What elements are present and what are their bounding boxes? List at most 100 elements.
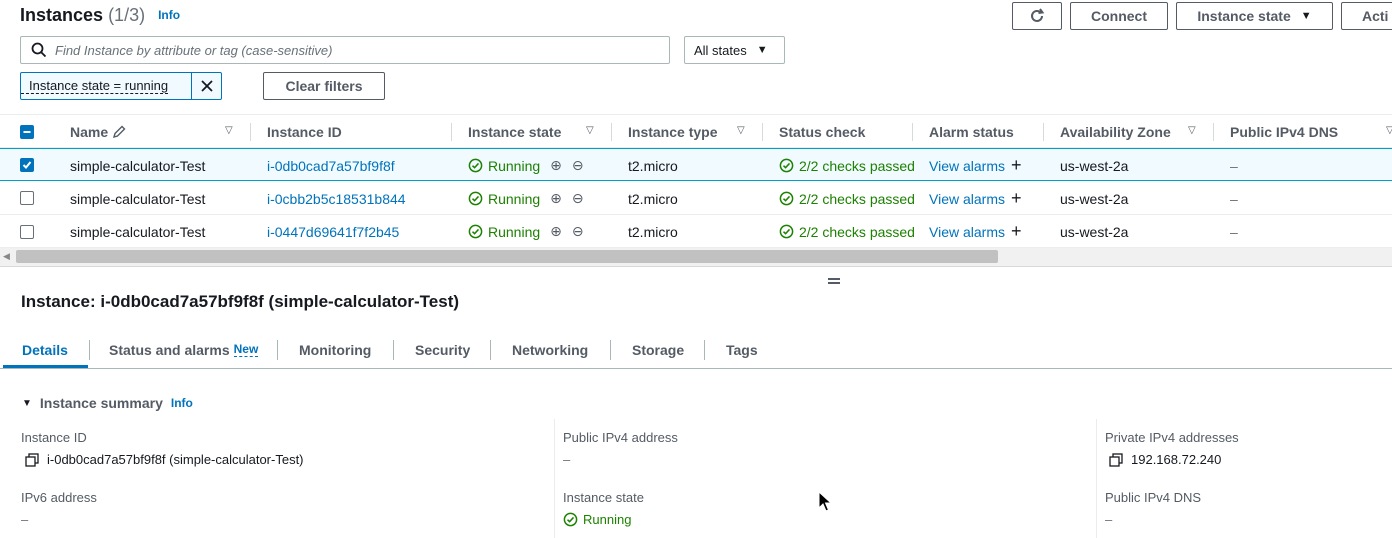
- view-alarms-link[interactable]: View alarms: [929, 158, 1005, 174]
- resize-handle-icon[interactable]: [828, 278, 840, 284]
- search-input[interactable]: Find Instance by attribute or tag (case-…: [20, 36, 670, 64]
- table-row[interactable]: simple-calculator-Test i-0db0cad7a57bf9f…: [0, 148, 1392, 181]
- table-row[interactable]: simple-calculator-Test i-0cbb2b5c18531b8…: [0, 182, 1392, 215]
- private-ipv4-text: 192.168.72.240: [1131, 452, 1222, 467]
- cell-type: t2.micro: [628, 223, 678, 240]
- column-header-name[interactable]: Name: [70, 115, 126, 149]
- add-alarm-icon[interactable]: +: [1011, 188, 1022, 209]
- tab-divider: [704, 340, 705, 360]
- instance-id-link[interactable]: i-0cbb2b5c18531b844: [267, 182, 406, 215]
- search-placeholder: Find Instance by attribute or tag (case-…: [55, 42, 333, 58]
- zoom-out-icon[interactable]: ⊖: [572, 190, 584, 207]
- title-text: Instances: [20, 5, 104, 25]
- tab-security[interactable]: Security: [415, 333, 470, 367]
- sort-icon[interactable]: ▽: [586, 125, 594, 136]
- instance-state-button[interactable]: Instance state ▼: [1176, 2, 1333, 30]
- select-all-checkbox[interactable]: [20, 125, 34, 139]
- column-header-instance-type[interactable]: Instance type: [628, 115, 717, 149]
- row-checkbox[interactable]: [20, 225, 34, 239]
- column-divider[interactable]: [611, 123, 612, 141]
- cell-type: t2.micro: [628, 157, 678, 174]
- success-icon: [779, 191, 794, 206]
- table-row[interactable]: simple-calculator-Test i-0447d69641f7f2b…: [0, 215, 1392, 248]
- column-header-status-check[interactable]: Status check: [779, 115, 865, 149]
- remove-filter-button[interactable]: [191, 73, 221, 99]
- column-divider[interactable]: [1043, 123, 1044, 141]
- scrollbar-thumb[interactable]: [16, 250, 998, 263]
- column-divider[interactable]: [912, 123, 913, 141]
- info-link[interactable]: Info: [158, 8, 180, 22]
- cell-dns: –: [1230, 190, 1238, 207]
- cell-name: simple-calculator-Test: [70, 157, 206, 174]
- selection-count: (1/3): [108, 5, 146, 25]
- tab-details[interactable]: Details: [22, 333, 68, 367]
- column-divider[interactable]: [451, 123, 452, 141]
- column-header-instance-id[interactable]: Instance ID: [267, 115, 342, 149]
- status-text: 2/2 checks passed: [799, 190, 915, 207]
- sort-icon[interactable]: ▽: [737, 125, 745, 136]
- copy-icon[interactable]: [25, 452, 39, 467]
- filter-token[interactable]: Instance state = running: [20, 72, 222, 100]
- horizontal-scrollbar[interactable]: ◀: [0, 248, 1392, 266]
- view-alarms-link[interactable]: View alarms: [929, 191, 1005, 207]
- instance-state-value: Running: [563, 512, 631, 527]
- sort-icon[interactable]: ▽: [1188, 125, 1196, 136]
- section-header-instance-summary[interactable]: ▼ Instance summary Info: [22, 395, 193, 411]
- zoom-out-icon[interactable]: ⊖: [572, 223, 584, 240]
- column-divider[interactable]: [762, 123, 763, 141]
- column-divider[interactable]: [250, 123, 251, 141]
- tab-monitoring[interactable]: Monitoring: [299, 333, 371, 367]
- column-divider: [554, 419, 555, 538]
- zoom-out-icon[interactable]: ⊖: [572, 157, 584, 174]
- state-text: Running: [488, 223, 541, 240]
- add-alarm-icon[interactable]: +: [1011, 221, 1022, 242]
- scroll-left-icon[interactable]: ◀: [3, 251, 10, 262]
- tab-status-and-alarms[interactable]: Status and alarms New: [109, 333, 259, 367]
- instance-id-link[interactable]: i-0db0cad7a57bf9f8f: [267, 149, 395, 182]
- zoom-in-icon[interactable]: ⊕: [550, 157, 562, 174]
- cell-az: us-west-2a: [1060, 190, 1129, 207]
- row-checkbox[interactable]: [20, 158, 34, 172]
- view-alarms-link[interactable]: View alarms: [929, 224, 1005, 240]
- tab-label: Status and alarms: [109, 342, 230, 358]
- zoom-in-icon[interactable]: ⊕: [550, 190, 562, 207]
- zoom-in-icon[interactable]: ⊕: [550, 223, 562, 240]
- add-alarm-icon[interactable]: +: [1011, 155, 1022, 176]
- column-header-public-dns[interactable]: Public IPv4 DNS: [1230, 115, 1338, 149]
- check-icon: [22, 161, 32, 169]
- states-select[interactable]: All states ▼: [684, 36, 785, 64]
- public-ipv4-value: –: [563, 452, 571, 467]
- section-title: Instance summary: [39, 395, 163, 411]
- connect-button[interactable]: Connect: [1070, 2, 1168, 30]
- column-header-alarm-status[interactable]: Alarm status: [929, 115, 1014, 149]
- column-header-availability-zone[interactable]: Availability Zone: [1060, 115, 1171, 149]
- tab-storage[interactable]: Storage: [632, 333, 684, 367]
- instance-id-text: i-0db0cad7a57bf9f8f (simple-calculator-T…: [47, 452, 304, 467]
- tab-tags[interactable]: Tags: [726, 333, 758, 367]
- state-text: Running: [488, 190, 541, 207]
- caret-down-icon: ▼: [756, 44, 768, 56]
- clear-filters-button[interactable]: Clear filters: [263, 72, 385, 100]
- column-header-instance-state[interactable]: Instance state: [468, 115, 561, 149]
- column-divider[interactable]: [1213, 123, 1214, 141]
- cell-dns: –: [1230, 157, 1238, 174]
- instance-id-link[interactable]: i-0447d69641f7f2b45: [267, 215, 399, 248]
- cell-status: 2/2 checks passed: [779, 182, 915, 215]
- success-icon: [468, 191, 483, 206]
- copy-icon[interactable]: [1109, 452, 1123, 467]
- close-icon: [200, 80, 213, 92]
- tab-networking[interactable]: Networking: [512, 333, 588, 367]
- cell-type: t2.micro: [628, 190, 678, 207]
- row-checkbox[interactable]: [20, 191, 34, 205]
- sort-icon[interactable]: ▽: [1386, 125, 1392, 136]
- success-icon: [468, 224, 483, 239]
- details-title: Instance: i-0db0cad7a57bf9f8f (simple-ca…: [21, 292, 460, 311]
- info-link[interactable]: Info: [171, 396, 193, 410]
- success-icon: [779, 224, 794, 239]
- table-header: Name ▽ Instance ID Instance state ▽ Inst…: [0, 114, 1392, 148]
- panel-splitter[interactable]: [0, 266, 1392, 270]
- sort-icon[interactable]: ▽: [225, 125, 233, 136]
- actions-button[interactable]: Acti: [1341, 2, 1392, 30]
- public-dns-value: –: [1105, 512, 1113, 527]
- refresh-button[interactable]: [1012, 2, 1062, 30]
